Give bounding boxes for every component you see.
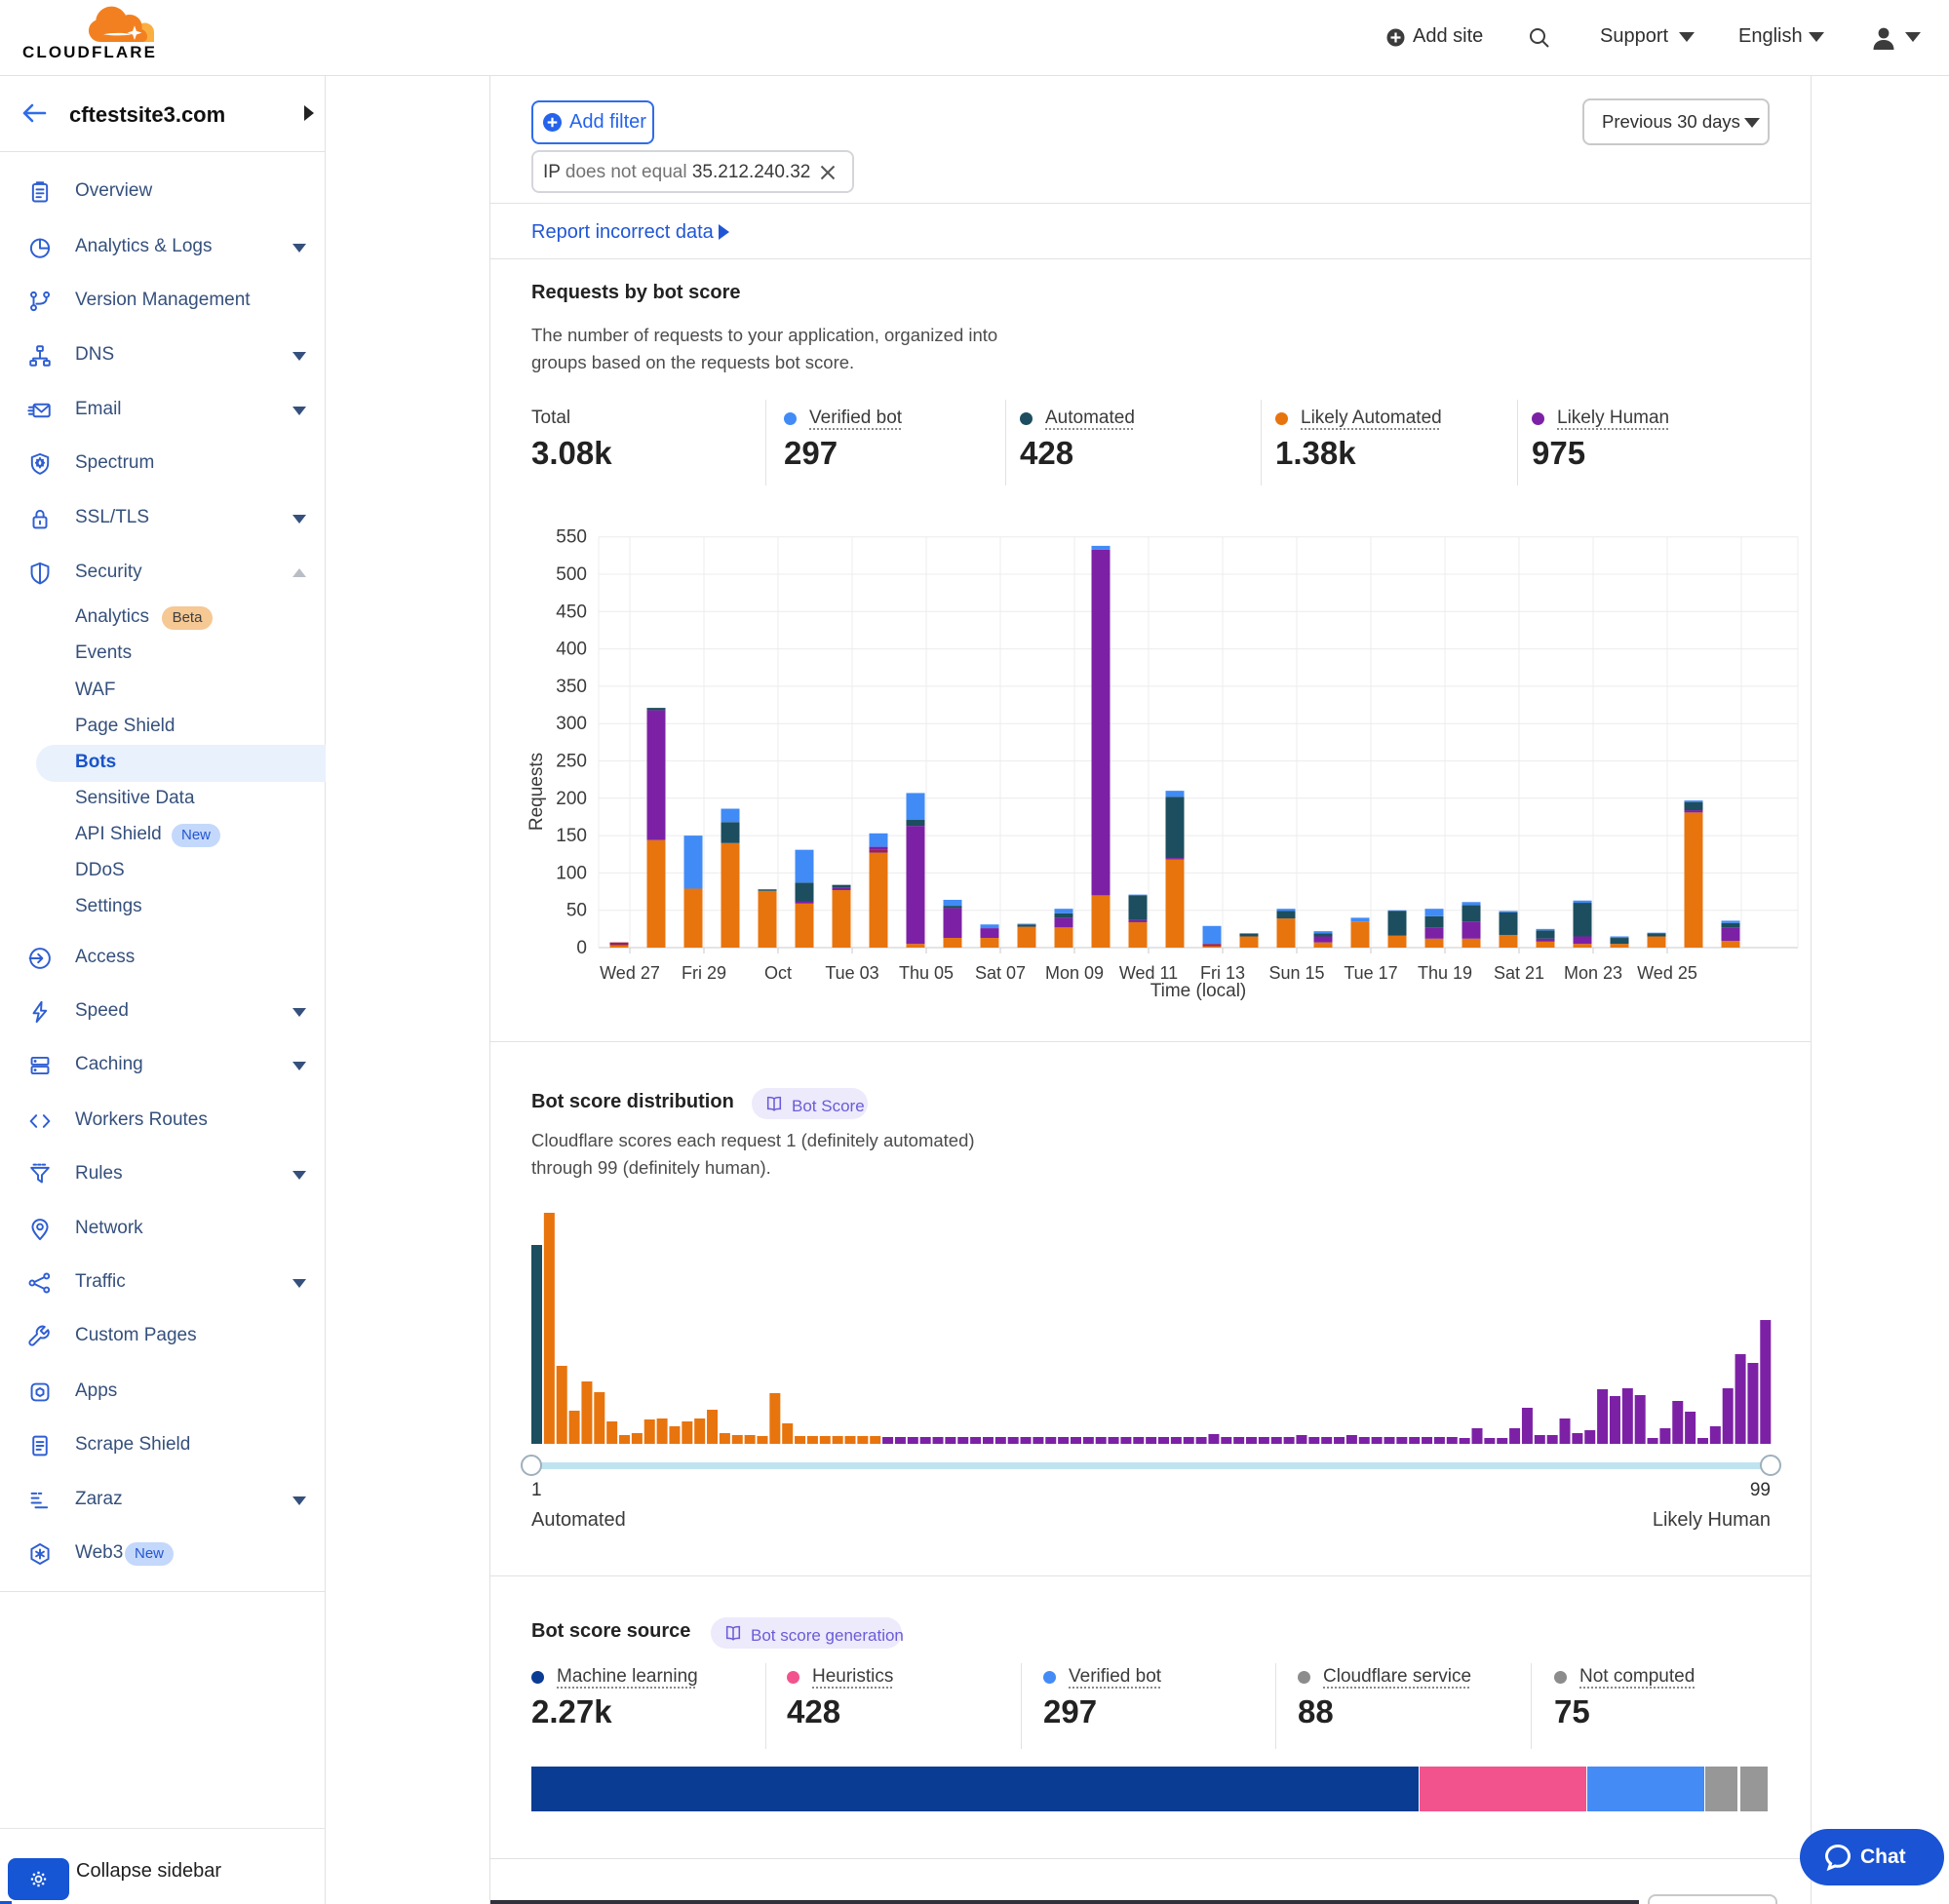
svg-text:Mon 09: Mon 09 <box>1045 963 1104 983</box>
svg-text:Fri 29: Fri 29 <box>682 963 726 983</box>
svg-text:Thu 05: Thu 05 <box>899 963 954 983</box>
svg-text:500: 500 <box>556 564 587 585</box>
svg-text:350: 350 <box>556 677 587 697</box>
svg-text:Time (local): Time (local) <box>1150 981 1247 1001</box>
svg-text:Oct: Oct <box>764 963 792 983</box>
svg-text:200: 200 <box>556 789 587 809</box>
svg-text:300: 300 <box>556 714 587 734</box>
svg-text:Thu 19: Thu 19 <box>1418 963 1472 983</box>
svg-text:Sat 21: Sat 21 <box>1494 963 1544 983</box>
svg-text:Tue 03: Tue 03 <box>825 963 878 983</box>
svg-text:Wed 27: Wed 27 <box>600 963 660 983</box>
svg-text:Tue 17: Tue 17 <box>1344 963 1397 983</box>
svg-text:Wed 11: Wed 11 <box>1119 963 1178 983</box>
svg-text:150: 150 <box>556 826 587 846</box>
svg-text:Sun 15: Sun 15 <box>1268 963 1324 983</box>
svg-text:0: 0 <box>576 938 587 958</box>
svg-text:400: 400 <box>556 640 587 660</box>
svg-text:Wed 25: Wed 25 <box>1637 963 1697 983</box>
svg-text:Mon 23: Mon 23 <box>1564 963 1622 983</box>
svg-text:450: 450 <box>556 602 587 622</box>
svg-text:Sat 07: Sat 07 <box>975 963 1026 983</box>
svg-text:Fri 13: Fri 13 <box>1200 963 1245 983</box>
svg-text:250: 250 <box>556 752 587 772</box>
svg-text:Requests: Requests <box>526 753 547 831</box>
svg-text:50: 50 <box>566 901 587 921</box>
svg-text:100: 100 <box>556 863 587 883</box>
svg-text:550: 550 <box>556 527 587 548</box>
